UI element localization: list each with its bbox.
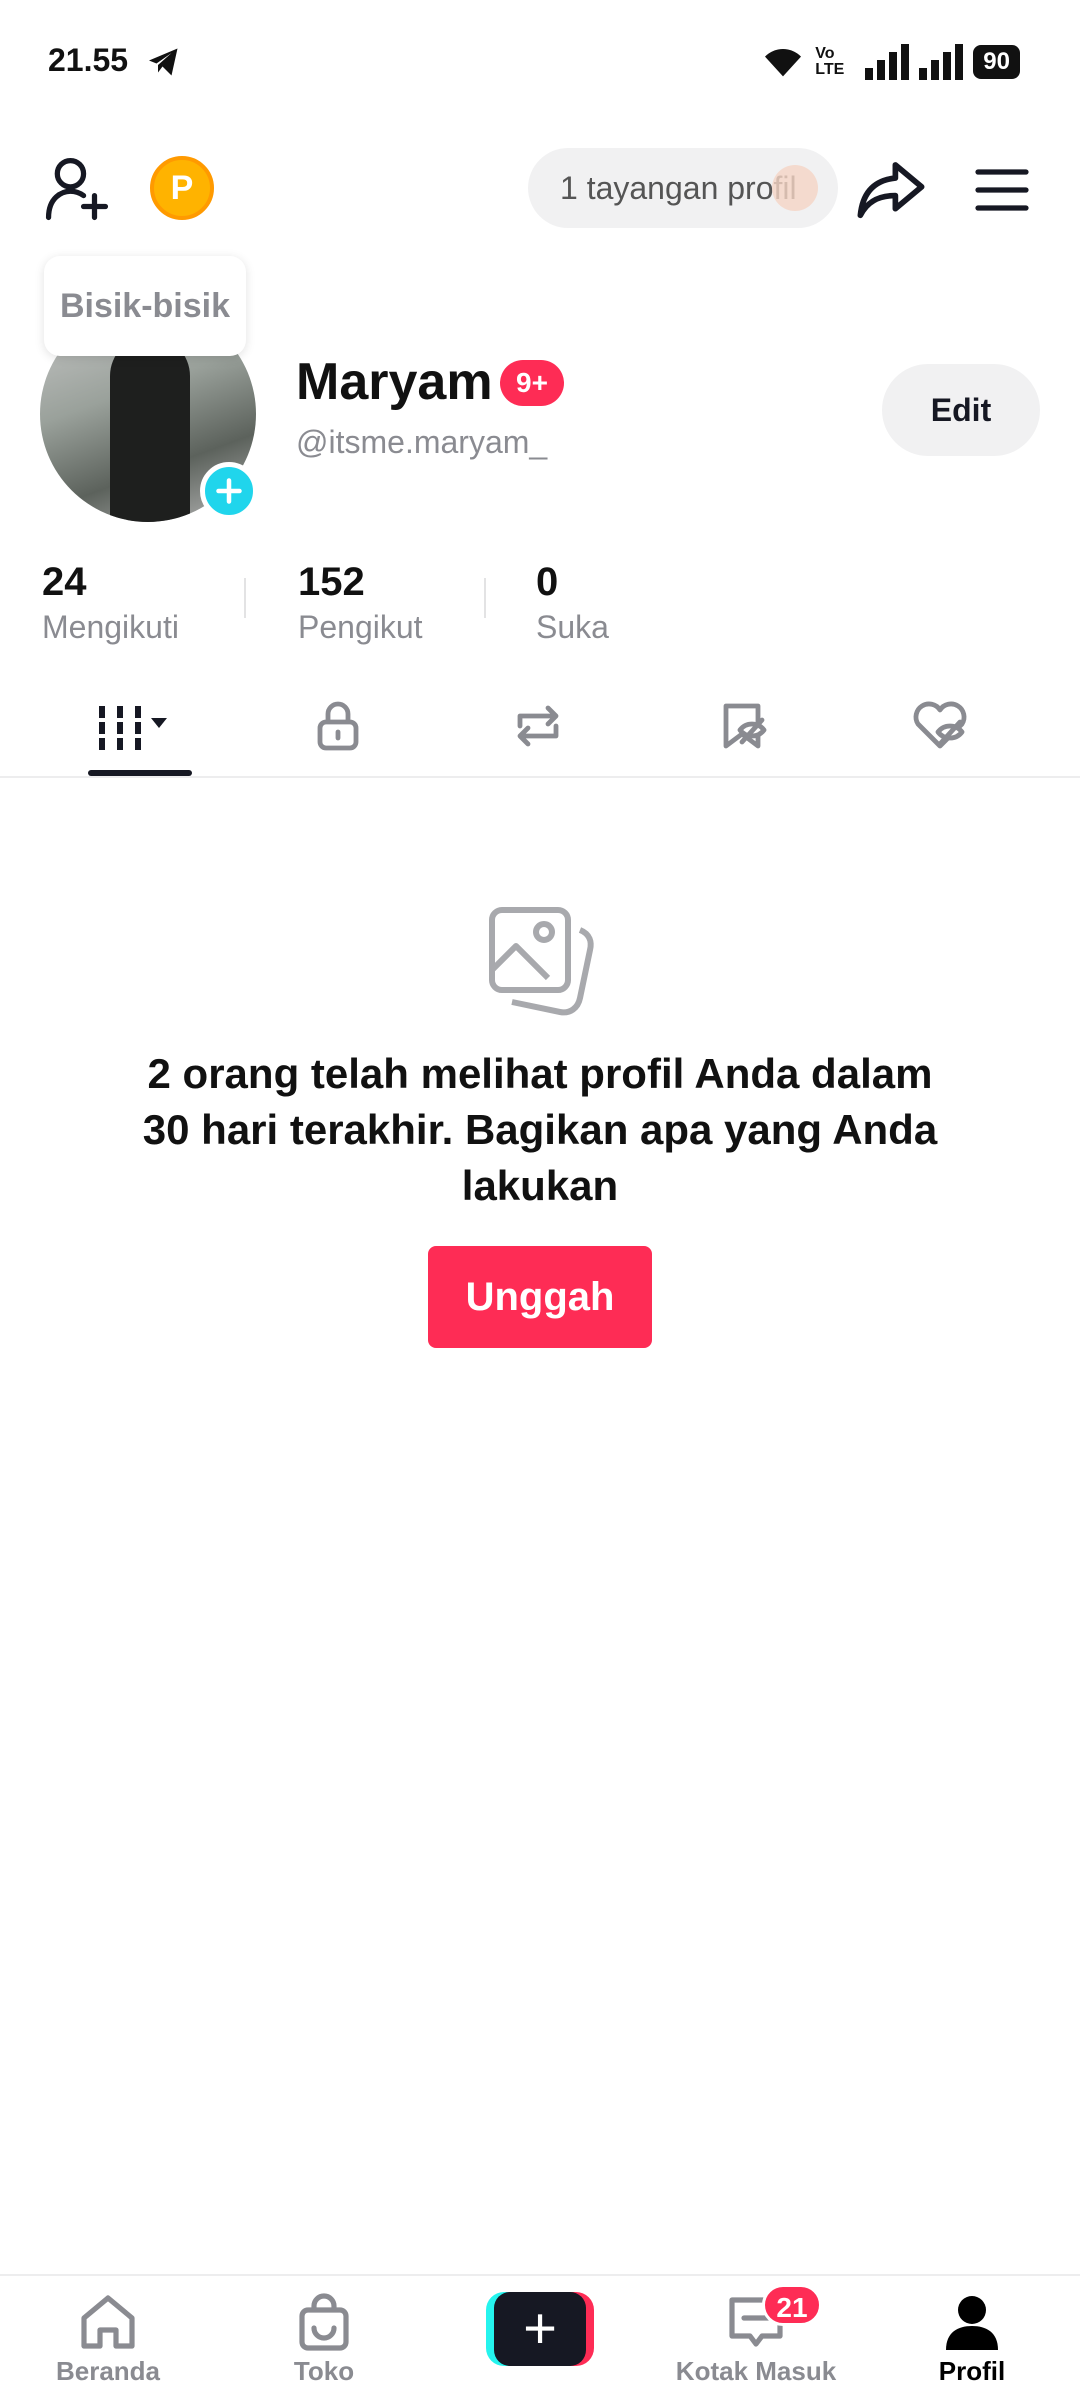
- status-time: 21.55: [48, 42, 129, 78]
- whisper-tooltip[interactable]: Bisik-bisik: [44, 256, 246, 356]
- nav-shop[interactable]: Toko: [234, 2290, 414, 2387]
- plus-icon: [216, 478, 242, 504]
- telegram-icon: [149, 48, 178, 76]
- volte-label: Vo LTE: [815, 45, 845, 78]
- nav-profile[interactable]: Profil: [882, 2290, 1062, 2387]
- tab-videos[interactable]: [60, 676, 220, 776]
- edit-profile-button[interactable]: Edit: [882, 364, 1040, 456]
- add-story-button[interactable]: [200, 462, 258, 520]
- battery-indicator: 90: [973, 45, 1020, 79]
- liked-icon: [913, 701, 967, 749]
- wifi-icon: [765, 49, 802, 77]
- active-tab-indicator: [88, 770, 192, 776]
- viewer-avatar: [772, 165, 818, 211]
- coin-icon[interactable]: P: [150, 156, 214, 220]
- status-icons: Vo LTE 90: [761, 42, 1020, 82]
- bottom-nav: Beranda Toko + Kotak Masuk Profil: [0, 2274, 1080, 2400]
- stat-likes[interactable]: 0 Suka: [536, 560, 609, 646]
- tab-private[interactable]: [258, 676, 418, 776]
- username: @itsme.maryam_: [296, 424, 548, 460]
- signal-icon: [865, 44, 910, 80]
- nav-label: Kotak Masuk: [675, 2356, 837, 2386]
- coin-letter: P: [170, 168, 194, 207]
- stat-label: Pengikut: [298, 609, 423, 645]
- stat-value: 24: [42, 560, 87, 604]
- tab-liked[interactable]: [860, 676, 1020, 776]
- content-tabs: [0, 676, 1080, 778]
- nav-label: Beranda: [55, 2356, 161, 2386]
- upload-button[interactable]: Unggah: [428, 1246, 652, 1348]
- nav-label: Profil: [938, 2356, 1006, 2386]
- stat-following[interactable]: 24 Mengikuti: [42, 560, 179, 646]
- profile-views-label: 1 tayangan profil: [560, 170, 797, 206]
- stat-followers[interactable]: 152 Pengikut: [298, 560, 423, 646]
- image-placeholder-icon: [489, 907, 594, 1016]
- notification-badge[interactable]: 9+: [500, 360, 564, 406]
- favorites-icon: [723, 703, 767, 749]
- top-bar: P 1 tayangan profil: [0, 140, 1080, 260]
- share-icon[interactable]: [856, 154, 926, 224]
- status-bar: 21.55 Vo LTE 90: [0, 0, 1080, 120]
- home-icon: [81, 2295, 135, 2349]
- stat-label: Suka: [536, 609, 609, 645]
- nav-label: Toko: [293, 2356, 355, 2386]
- profile-icon: [946, 2296, 998, 2350]
- menu-icon[interactable]: [972, 160, 1032, 220]
- nav-home[interactable]: Beranda: [18, 2290, 198, 2387]
- videos-grid-icon: [99, 706, 167, 750]
- add-friend-icon[interactable]: [42, 154, 112, 224]
- stat-divider: [484, 578, 486, 618]
- stat-value: 0: [536, 560, 559, 604]
- shopping-bag-icon: [299, 2293, 349, 2351]
- create-button[interactable]: +: [486, 2292, 594, 2366]
- empty-state-message: 2 orang telah melihat profil Anda dalam …: [142, 1050, 938, 1209]
- create-plus: +: [494, 2292, 586, 2366]
- display-name: Maryam: [296, 353, 493, 411]
- profile-views-pill[interactable]: 1 tayangan profil: [528, 148, 838, 228]
- signal-icon-2: [919, 44, 964, 80]
- stat-divider: [244, 578, 246, 618]
- repost-icon: [517, 705, 559, 747]
- avatar-photo: [110, 336, 190, 522]
- inbox-badge: 21: [762, 2284, 822, 2326]
- tab-reposts[interactable]: [458, 676, 618, 776]
- stat-label: Mengikuti: [42, 609, 179, 645]
- lock-icon: [317, 701, 359, 751]
- tab-favorites[interactable]: [662, 676, 822, 776]
- stat-value: 152: [298, 560, 365, 604]
